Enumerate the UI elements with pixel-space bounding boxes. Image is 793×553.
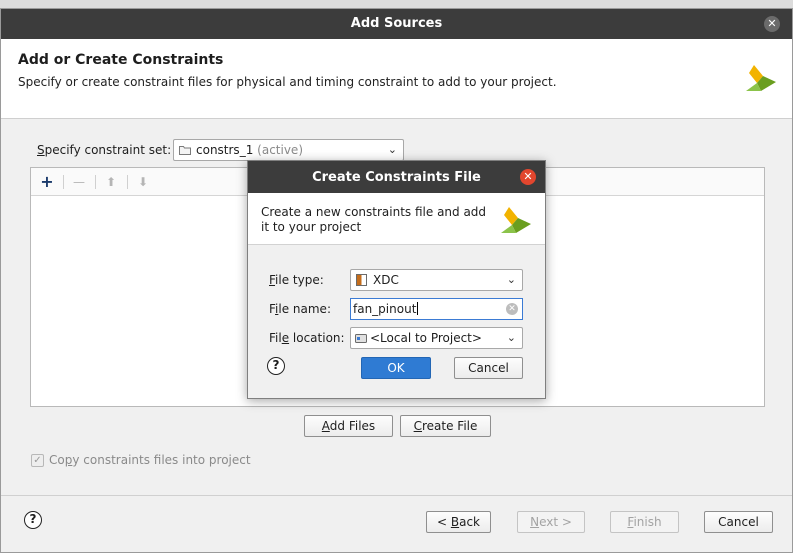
local-drive-icon — [355, 334, 367, 343]
dialog-header: Add or Create Constraints Specify or cre… — [1, 39, 792, 119]
constraint-set-name: constrs_1 — [196, 143, 254, 157]
xdc-file-icon — [356, 274, 367, 286]
ok-button[interactable]: OK — [361, 357, 431, 379]
file-type-value: XDC — [373, 273, 399, 287]
next-button[interactable]: Next > — [517, 511, 585, 533]
copy-constraints-label: Copy constraints files into project — [49, 453, 251, 467]
modal-help-icon[interactable]: ? — [267, 357, 285, 375]
file-type-row: File type: XDC ⌄ — [269, 269, 529, 291]
clear-icon[interactable]: ✕ — [506, 303, 518, 315]
modal-close-icon[interactable]: ✕ — [520, 169, 536, 185]
toolbar-divider — [95, 175, 96, 189]
constraint-set-suffix: (active) — [257, 143, 303, 157]
chevron-down-icon: ⌄ — [387, 143, 397, 156]
modal-cancel-button[interactable]: Cancel — [454, 357, 523, 379]
help-icon[interactable]: ? — [24, 511, 42, 529]
chevron-down-icon: ⌄ — [506, 273, 516, 286]
toolbar-divider — [63, 175, 64, 189]
file-location-row: File location: <Local to Project> ⌄ — [269, 327, 529, 349]
file-type-dropdown[interactable]: XDC ⌄ — [350, 269, 523, 291]
file-name-input[interactable]: fan_pinout ✕ — [350, 298, 523, 320]
footer-divider — [1, 495, 792, 496]
dialog-title: Add Sources — [350, 16, 443, 31]
finish-button[interactable]: Finish — [610, 511, 679, 533]
back-button[interactable]: < Back — [426, 511, 491, 533]
move-down-icon[interactable]: ⬇ — [133, 172, 153, 192]
page-description: Specify or create constraint files for p… — [18, 75, 557, 89]
file-name-row: File name: fan_pinout ✕ — [269, 298, 529, 320]
text-caret — [417, 302, 419, 315]
create-file-button[interactable]: Create File — [400, 415, 491, 437]
vivado-logo-icon — [501, 207, 531, 233]
file-location-dropdown[interactable]: <Local to Project> ⌄ — [350, 327, 523, 349]
constraint-set-label: Specify constraint set: — [37, 143, 172, 157]
file-type-label: File type: — [269, 273, 324, 287]
page-title: Add or Create Constraints — [18, 52, 224, 68]
modal-description: Create a new constraints file and add it… — [261, 205, 487, 234]
toolbar-divider — [127, 175, 128, 189]
vivado-logo-icon — [746, 65, 776, 91]
modal-title: Create Constraints File — [312, 170, 481, 185]
move-up-icon[interactable]: ⬆ — [101, 172, 121, 192]
cancel-button[interactable]: Cancel — [704, 511, 773, 533]
constraint-set-dropdown[interactable]: constrs_1 (active) ⌄ — [173, 139, 404, 161]
remove-icon[interactable]: — — [69, 172, 89, 192]
file-location-label: File location: — [269, 331, 345, 345]
close-icon[interactable]: ✕ — [764, 16, 780, 32]
add-icon[interactable]: + — [37, 172, 57, 192]
file-location-value: <Local to Project> — [370, 331, 482, 345]
add-files-button[interactable]: Add Files — [304, 415, 393, 437]
create-constraints-file-dialog: Create Constraints File ✕ Create a new c… — [247, 160, 546, 399]
chevron-down-icon: ⌄ — [506, 331, 516, 344]
modal-header: Create a new constraints file and add it… — [248, 193, 545, 245]
copy-constraints-checkbox[interactable]: ✓ — [31, 454, 44, 467]
modal-titlebar: Create Constraints File ✕ — [248, 161, 545, 193]
folder-icon — [179, 146, 191, 155]
file-name-value: fan_pinout — [353, 302, 417, 316]
file-name-label: File name: — [269, 302, 331, 316]
dialog-titlebar: Add Sources ✕ — [1, 9, 792, 39]
